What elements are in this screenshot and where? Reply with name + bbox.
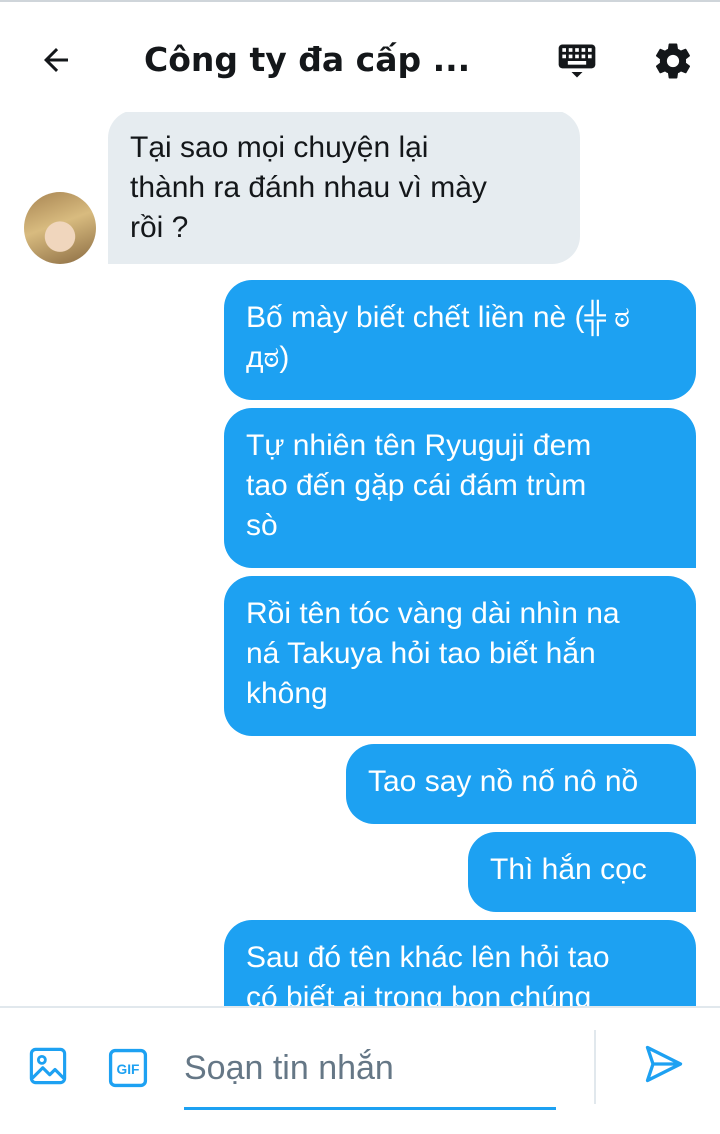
send-icon	[642, 1042, 686, 1090]
settings-button[interactable]	[646, 36, 700, 90]
gif-button[interactable]: GIF	[104, 1044, 152, 1092]
keyboard-button[interactable]	[550, 36, 604, 90]
message-bubble-incoming[interactable]: Tại sao mọi chuyện lại thành ra đánh nha…	[108, 112, 580, 264]
send-button[interactable]	[636, 1038, 692, 1094]
attach-image-button[interactable]	[24, 1044, 72, 1092]
message-bubble-outgoing[interactable]: Thì hắn cọc	[468, 832, 696, 912]
back-button[interactable]	[30, 38, 82, 86]
gear-icon	[652, 40, 694, 86]
avatar[interactable]	[24, 192, 96, 264]
arrow-left-icon	[38, 42, 74, 82]
message-input[interactable]	[184, 1036, 556, 1110]
message-bubble-outgoing[interactable]: Sau đó tên khác lên hỏi tao có biết ai t…	[224, 920, 696, 1006]
composer-separator	[594, 1030, 596, 1104]
gif-icon: GIF	[108, 1048, 148, 1088]
message-bubble-outgoing[interactable]: Bố mày biết chết liền nè (╬ ಠ дಠ)	[224, 280, 696, 400]
message-list[interactable]: Tại sao mọi chuyện lại thành ra đánh nha…	[0, 112, 720, 1006]
message-bubble-outgoing[interactable]: Rồi tên tóc vàng dài nhìn na ná Takuya h…	[224, 576, 696, 736]
message-bubble-outgoing[interactable]: Tự nhiên tên Ryuguji đem tao đến gặp cái…	[224, 408, 696, 568]
message-composer: GIF	[0, 1008, 720, 1134]
keyboard-icon	[555, 39, 599, 87]
conversation-title[interactable]: Công ty đa cấp ...	[144, 40, 470, 79]
conversation-header: Công ty đa cấp ...	[0, 2, 720, 112]
image-icon	[27, 1045, 69, 1091]
gif-label: GIF	[117, 1062, 140, 1077]
message-bubble-outgoing[interactable]: Tao say nồ nố nô nồ	[346, 744, 696, 824]
